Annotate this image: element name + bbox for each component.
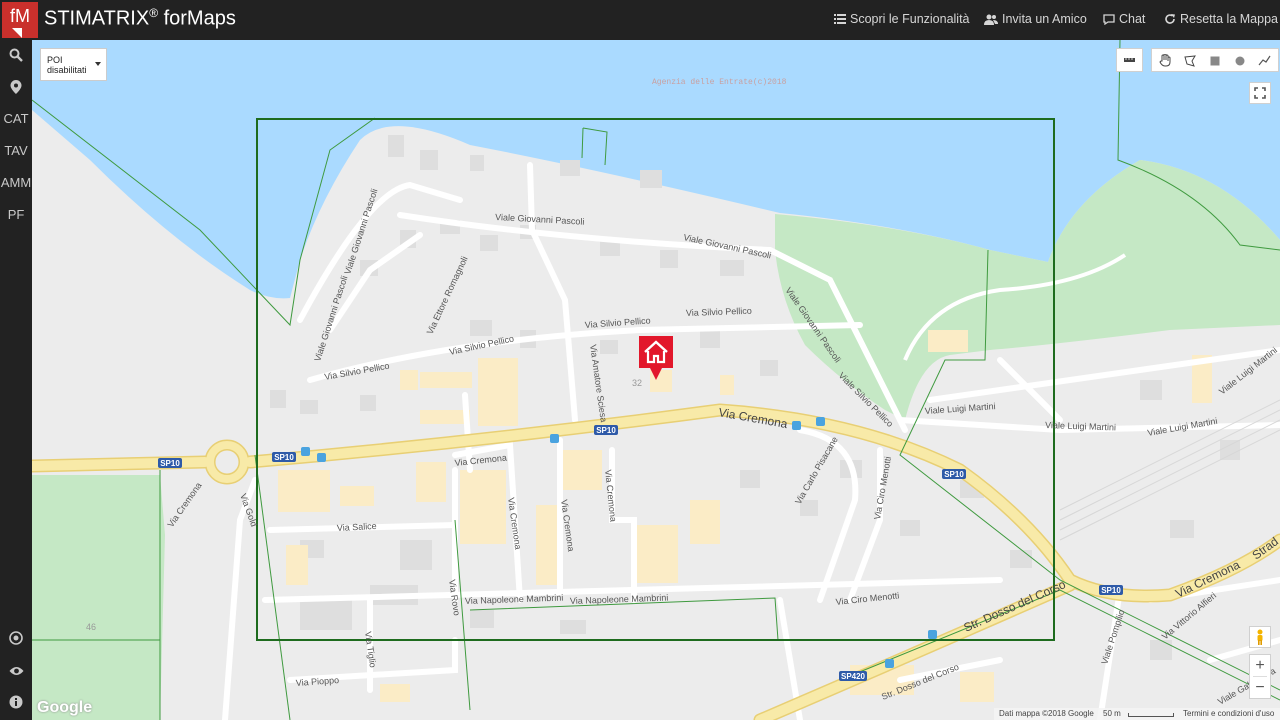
- poi-select[interactable]: POI disabilitati: [40, 48, 107, 81]
- users-icon: [984, 14, 998, 25]
- drawing-toolbar: [1151, 48, 1279, 72]
- sidebar-info[interactable]: [0, 695, 32, 712]
- shield-sp10-1: SP10: [160, 459, 180, 468]
- sidebar-target[interactable]: [0, 631, 32, 648]
- logo-text: fM: [10, 6, 30, 26]
- fullscreen-icon: [1254, 87, 1266, 99]
- sidebar-marker[interactable]: [0, 80, 32, 97]
- search-icon: [9, 48, 23, 62]
- info-icon: [9, 695, 23, 709]
- sidebar-eye[interactable]: [0, 664, 32, 679]
- polygon-icon: [1183, 55, 1196, 67]
- line-icon: [1258, 55, 1271, 66]
- sidebar-cat[interactable]: CAT: [0, 111, 32, 126]
- shield-sp10-3: SP10: [596, 426, 616, 435]
- chevron-down-icon: [95, 62, 101, 66]
- street-label: Via Salice: [337, 521, 377, 533]
- terms-link[interactable]: Termini e condizioni d'uso: [1183, 709, 1274, 718]
- street-view-button[interactable]: [1249, 626, 1271, 648]
- map-marker-icon: [10, 80, 22, 94]
- target-icon: [9, 631, 23, 645]
- circle-icon: [1235, 56, 1244, 66]
- shield-sp420: SP420: [841, 672, 866, 681]
- top-bar: fM STIMATRIX® forMaps Scopri le Funziona…: [0, 0, 1280, 40]
- shield-sp10-2: SP10: [274, 453, 294, 462]
- shield-sp10-4: SP10: [944, 470, 964, 479]
- chat-icon: [1103, 13, 1115, 25]
- logo-corner: [12, 28, 22, 38]
- app-logo[interactable]: fM: [2, 2, 38, 38]
- poi-label-line2: disabilitati: [47, 65, 87, 75]
- list-icon: [834, 14, 846, 24]
- circle-tool[interactable]: [1227, 49, 1252, 73]
- rectangle-tool[interactable]: [1202, 49, 1227, 73]
- app-title-suffix: forMaps: [158, 7, 236, 30]
- eye-icon: [9, 667, 23, 675]
- shield-sp10-5: SP10: [1101, 586, 1121, 595]
- sidebar-search[interactable]: [0, 48, 32, 65]
- house-number: 32: [632, 378, 642, 388]
- sidebar-tav[interactable]: TAV: [0, 143, 32, 158]
- nav-label: Invita un Amico: [1002, 12, 1087, 26]
- left-sidebar: CAT TAV AMM PF: [0, 40, 32, 720]
- pegman-icon: [1257, 629, 1263, 645]
- nav-reset-link[interactable]: Resetta la Mappa: [1164, 12, 1278, 26]
- square-icon: [1210, 56, 1219, 66]
- watermark-text: Agenzia delle Entrate(c)2018: [652, 78, 787, 87]
- sidebar-amm[interactable]: AMM: [0, 175, 32, 190]
- nav-features-link[interactable]: Scopri le Funzionalità: [834, 12, 970, 26]
- registered-mark: ®: [149, 6, 159, 20]
- polyline-tool[interactable]: [1252, 49, 1277, 73]
- sidebar-pf[interactable]: PF: [0, 207, 32, 222]
- map-canvas[interactable]: SP10 SP10 SP10 SP10 SP10 SP420 Viale Gio…: [32, 40, 1280, 720]
- refresh-icon: [1165, 14, 1175, 24]
- map-base[interactable]: SP10 SP10 SP10 SP10 SP10 SP420 Viale Gio…: [32, 40, 1280, 720]
- scale-label: 50 m: [1103, 709, 1121, 718]
- zoom-in-button[interactable]: +: [1250, 655, 1270, 676]
- park-west: [32, 475, 165, 720]
- parcel-number: 46: [86, 622, 96, 632]
- pan-tool[interactable]: [1152, 49, 1177, 73]
- ruler-icon: [1124, 58, 1135, 62]
- nav-invite-link[interactable]: Invita un Amico: [984, 12, 1087, 26]
- nav-label: Resetta la Mappa: [1180, 12, 1278, 26]
- app-title: STIMATRIX® forMaps: [44, 6, 236, 31]
- app-title-main: STIMATRIX: [44, 7, 150, 30]
- zoom-control: + −: [1249, 654, 1271, 699]
- measure-button[interactable]: [1116, 48, 1143, 72]
- google-logo: Google: [37, 699, 93, 716]
- attribution-bar: Dati mappa ©2018 Google 50 m Termini e c…: [994, 708, 1280, 720]
- nav-label: Chat: [1119, 12, 1146, 26]
- nav-label: Scopri le Funzionalità: [850, 12, 970, 26]
- nav-chat-link[interactable]: Chat: [1103, 12, 1145, 26]
- zoom-out-button[interactable]: −: [1250, 677, 1270, 698]
- scale-bar: [1128, 713, 1174, 717]
- map-data-credit: Dati mappa ©2018 Google: [999, 709, 1094, 718]
- hand-icon: [1158, 53, 1170, 67]
- polygon-tool[interactable]: [1177, 49, 1202, 73]
- fullscreen-button[interactable]: [1249, 82, 1271, 104]
